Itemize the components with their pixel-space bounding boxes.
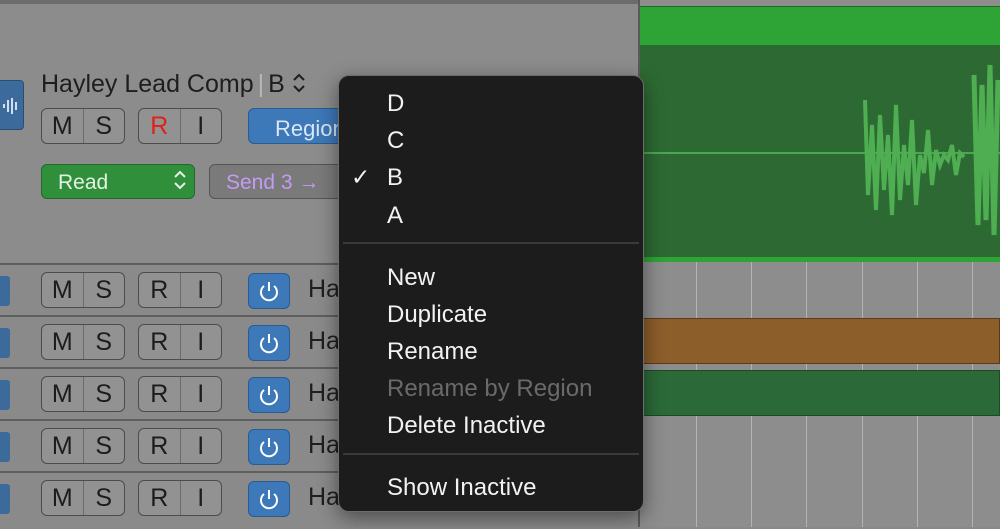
- record-input-group: R I: [138, 428, 222, 464]
- power-icon: [260, 490, 278, 510]
- mute-button[interactable]: M: [42, 109, 83, 143]
- menu-item-duplicate[interactable]: Duplicate: [387, 301, 487, 329]
- take-folder-menu: D C ✓ B A New Duplicate Rename Rename by…: [338, 75, 644, 512]
- track-name[interactable]: Ha: [308, 275, 340, 304]
- audio-region-waveform[interactable]: [640, 45, 1000, 257]
- menu-item-take-a[interactable]: A: [387, 202, 403, 230]
- mute-solo-group: M S: [41, 376, 125, 412]
- record-enable-button[interactable]: R: [139, 429, 180, 463]
- track-on-off-button[interactable]: [248, 273, 290, 309]
- menu-item-take-d[interactable]: D: [387, 90, 404, 118]
- record-enable-button[interactable]: R: [139, 273, 180, 307]
- solo-button[interactable]: S: [82, 109, 125, 143]
- mute-solo-group: M S: [41, 108, 125, 144]
- track-name[interactable]: Ha: [308, 327, 340, 356]
- mute-solo-group: M S: [41, 428, 125, 464]
- updown-chevron-icon[interactable]: [292, 72, 306, 94]
- record-input-group: R I: [138, 376, 222, 412]
- input-monitor-button[interactable]: I: [179, 377, 222, 411]
- mute-button[interactable]: M: [42, 377, 83, 411]
- audio-track-icon[interactable]: [0, 484, 10, 514]
- solo-button[interactable]: S: [82, 429, 125, 463]
- take-folder-current[interactable]: B: [268, 70, 285, 98]
- input-monitor-button[interactable]: I: [179, 109, 222, 143]
- waveform-graphic: [640, 64, 1000, 236]
- track-on-off-button[interactable]: [248, 377, 290, 413]
- input-monitor-button[interactable]: I: [179, 273, 222, 307]
- solo-button[interactable]: S: [82, 325, 125, 359]
- mute-button[interactable]: M: [42, 273, 83, 307]
- record-enable-button[interactable]: R: [139, 109, 180, 143]
- menu-item-take-b[interactable]: B: [387, 164, 403, 192]
- track-name[interactable]: Ha: [308, 483, 340, 512]
- solo-button[interactable]: S: [82, 481, 125, 515]
- menu-item-rename[interactable]: Rename: [387, 338, 478, 366]
- menu-item-delete-inactive[interactable]: Delete Inactive: [387, 412, 546, 440]
- record-input-group: R I: [138, 324, 222, 360]
- record-enable-button[interactable]: R: [139, 481, 180, 515]
- menu-item-new[interactable]: New: [387, 264, 435, 292]
- mute-button[interactable]: M: [42, 325, 83, 359]
- audio-region-green[interactable]: [640, 370, 1000, 416]
- solo-button[interactable]: S: [82, 273, 125, 307]
- record-input-group: R I: [138, 480, 222, 516]
- power-icon: [260, 386, 278, 406]
- mute-button[interactable]: M: [42, 481, 83, 515]
- checkmark-icon: ✓: [351, 164, 371, 190]
- audio-region-header[interactable]: [640, 6, 1000, 46]
- track-name[interactable]: Ha: [308, 379, 340, 408]
- audio-region-brown[interactable]: [640, 318, 1000, 364]
- automation-mode-label: Read: [58, 171, 109, 194]
- mute-solo-group: M S: [41, 272, 125, 308]
- power-icon: [260, 438, 278, 458]
- input-monitor-button[interactable]: I: [179, 481, 222, 515]
- input-monitor-button[interactable]: I: [179, 325, 222, 359]
- audio-track-icon[interactable]: [0, 80, 24, 130]
- solo-button[interactable]: S: [82, 377, 125, 411]
- menu-item-take-c[interactable]: C: [387, 127, 404, 155]
- record-input-group: R I: [138, 108, 222, 144]
- mute-solo-group: M S: [41, 480, 125, 516]
- audio-track-icon[interactable]: [0, 380, 10, 410]
- record-enable-button[interactable]: R: [139, 325, 180, 359]
- take-separator: |: [257, 70, 265, 98]
- track-name-header[interactable]: Hayley Lead Comp | B: [41, 70, 306, 99]
- mute-solo-group: M S: [41, 324, 125, 360]
- track-on-off-button[interactable]: [248, 481, 290, 517]
- automation-mode-select[interactable]: Read: [41, 164, 195, 199]
- record-enable-button[interactable]: R: [139, 377, 180, 411]
- power-icon: [260, 334, 278, 354]
- send-slot-button[interactable]: Send 3 →: [209, 164, 359, 199]
- waveform-icon: [3, 98, 17, 114]
- track-on-off-button[interactable]: [248, 325, 290, 361]
- audio-track-icon[interactable]: [0, 432, 10, 462]
- menu-item-rename-by-region: Rename by Region: [387, 375, 593, 402]
- menu-separator: [343, 242, 639, 244]
- select-chevron-icon: [174, 170, 186, 190]
- menu-item-show-inactive[interactable]: Show Inactive: [387, 474, 536, 502]
- track-on-off-button[interactable]: [248, 429, 290, 465]
- menu-separator: [343, 453, 639, 455]
- power-icon: [260, 282, 278, 302]
- mute-button[interactable]: M: [42, 429, 83, 463]
- audio-region-footer: [640, 257, 1000, 262]
- audio-track-icon[interactable]: [0, 276, 10, 306]
- record-input-group: R I: [138, 272, 222, 308]
- audio-track-icon[interactable]: [0, 328, 10, 358]
- input-monitor-button[interactable]: I: [179, 429, 222, 463]
- track-name[interactable]: Ha: [308, 431, 340, 460]
- track-name-label: Hayley Lead Comp: [41, 70, 254, 98]
- header-topline: [0, 0, 638, 4]
